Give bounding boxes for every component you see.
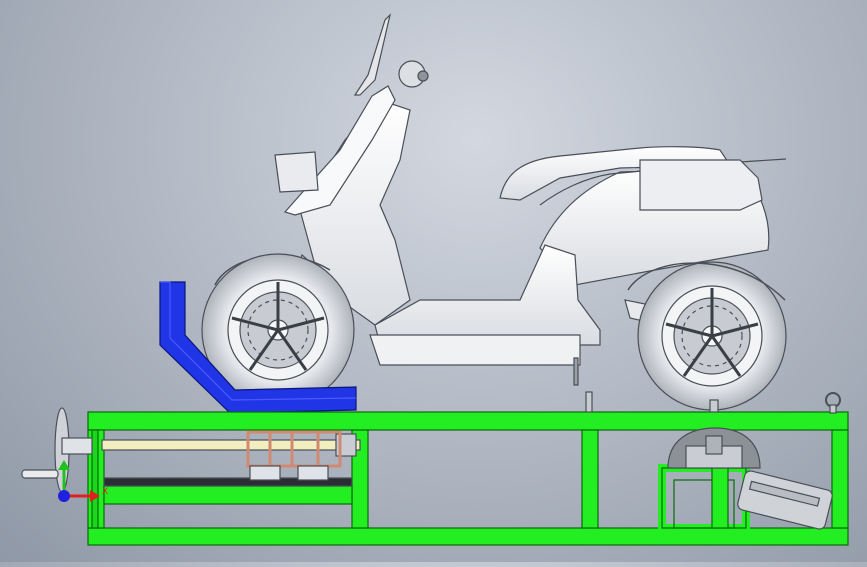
kickstand[interactable]: [573, 357, 579, 386]
frame-post-3[interactable]: [581, 429, 599, 529]
triad-x-label: X: [102, 487, 108, 497]
frame-top-beam[interactable]: [87, 411, 849, 431]
frame-mid-beam[interactable]: [103, 485, 353, 505]
underbody[interactable]: [369, 334, 581, 366]
frame-inner-post[interactable]: [91, 429, 99, 529]
lead-screw-rod[interactable]: [101, 439, 361, 451]
z-axis-indicator: [58, 490, 70, 502]
rear-wheel[interactable]: [637, 261, 787, 411]
assembly-view[interactable]: X: [0, 0, 867, 562]
handlebar-stem[interactable]: [353, 13, 392, 96]
cad-graphics-viewport[interactable]: X: [0, 0, 867, 562]
handwheel[interactable]: [21, 407, 93, 493]
drive-motor[interactable]: [736, 470, 833, 531]
luggage-box[interactable]: [639, 159, 763, 211]
frame-right-post[interactable]: [831, 429, 849, 529]
handwheel-crank[interactable]: [21, 469, 59, 479]
roller-drum[interactable]: [667, 427, 761, 469]
lead-screw-assembly[interactable]: [101, 430, 361, 487]
front-basket[interactable]: [274, 151, 319, 193]
